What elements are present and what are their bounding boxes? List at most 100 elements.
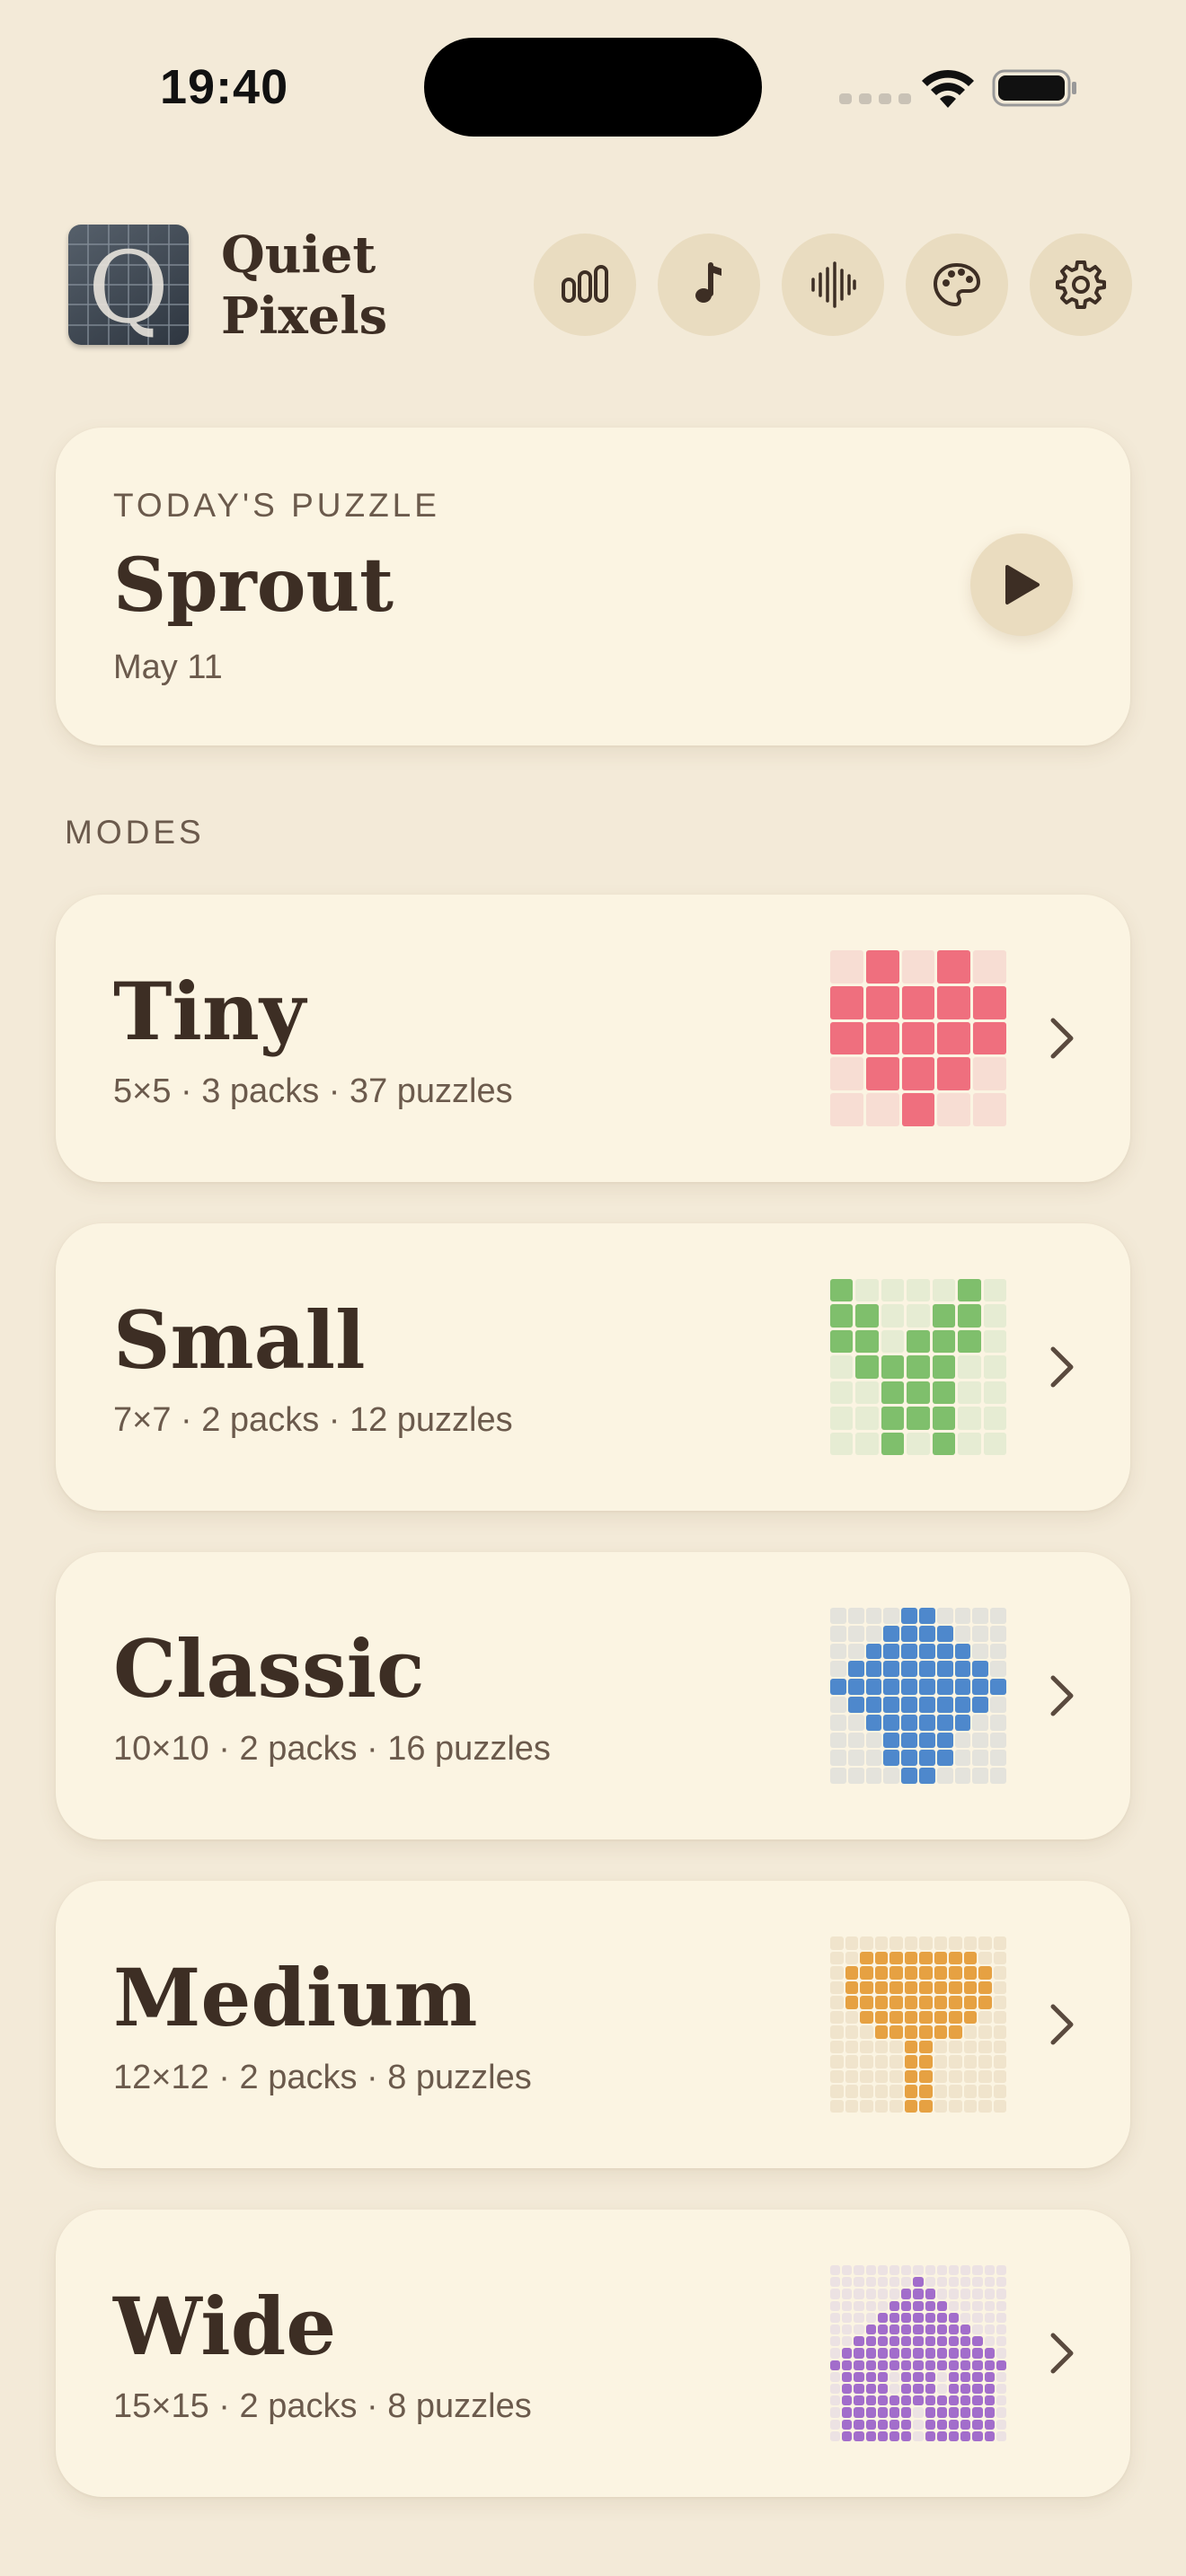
pixel-cell [907,1329,930,1354]
pixel-cell [854,2324,864,2335]
pixel-cell [972,2277,983,2288]
pixel-cell [958,1304,981,1328]
pixel-cell [890,2069,903,2083]
pixel-cell [936,2371,947,2382]
stats-button[interactable] [534,234,636,336]
play-button[interactable] [970,534,1073,636]
pixel-cell [996,2289,1006,2299]
pixel-cell [925,2312,935,2323]
pixel-cell [996,2395,1006,2406]
pixel-cell [830,1951,844,1964]
mode-meta: 15×15 · 2 packs · 8 puzzles [113,2387,532,2425]
mode-card-tiny[interactable]: Tiny 5×5 · 3 packs · 37 puzzles [56,895,1130,1182]
pixel-cell [883,1696,900,1713]
music-button[interactable] [658,234,760,336]
pixel-cell [919,1951,933,1964]
pixel-cell [860,2010,873,2024]
pixel-cell [960,2312,971,2323]
pixel-cell [830,2055,844,2069]
pixel-cell [949,1966,962,1980]
pixel-cell [983,1329,1006,1354]
pixel-cell [877,2336,888,2347]
pixel-cell [854,2312,864,2323]
pixel-cell [983,1381,1006,1405]
pixel-cell [855,1407,879,1430]
pixel-cell [881,1329,905,1354]
pixel-cell [978,2025,992,2039]
pixel-cell [830,1966,844,1980]
pixel-cell [830,2383,841,2395]
pixel-cell [865,2383,876,2395]
pixel-cell [854,2395,864,2406]
pixel-cell [830,1381,854,1405]
mode-card-classic[interactable]: Classic 10×10 · 2 packs · 16 puzzles [56,1552,1130,1839]
pixel-cell [963,1966,977,1980]
pixel-cell [881,1279,905,1302]
sound-button[interactable] [782,234,884,336]
pixel-cell [925,2371,935,2382]
settings-button[interactable] [1030,234,1132,336]
pixel-cell [948,2419,960,2430]
pixel-cell [874,2025,888,2039]
pixel-cell [919,1936,933,1950]
pixel-cell [960,2383,971,2395]
pixel-cell [877,2419,888,2430]
pixel-cell [990,1608,1006,1624]
pixel-cell [877,2312,888,2323]
pixel-cell [993,1936,1006,1950]
pixel-cell [960,2430,971,2441]
pixel-cell [845,2040,858,2053]
pixel-cell [978,2040,992,2053]
mode-title: Classic [113,1622,425,1716]
pixel-cell [996,2277,1006,2288]
pixel-cell [972,2265,983,2276]
pixel-cell [963,2040,977,2053]
pixel-cell [830,950,863,984]
pixel-cell [874,2085,888,2098]
theme-button[interactable] [906,234,1008,336]
pixel-cell [881,1432,905,1455]
pixel-cell [936,1732,953,1749]
pixel-cell [865,985,899,1019]
pixel-cell [865,2430,876,2441]
pixel-cell [958,1432,981,1455]
pixel-cell [978,1981,992,1994]
pixel-cell [972,2348,983,2359]
mode-meta: 12×12 · 2 packs · 8 puzzles [113,2059,532,2096]
pixel-cell [963,1936,977,1950]
pixel-cell [901,2277,912,2288]
pixel-cell [960,2336,971,2347]
pixel-cell [963,1981,977,1994]
pixel-cell [934,1951,947,1964]
mode-card-small[interactable]: Small 7×7 · 2 packs · 12 puzzles [56,1223,1130,1511]
pixel-cell [889,2277,900,2288]
pixel-cell [830,1093,863,1126]
pixel-cell [937,1057,971,1091]
pixel-cell [990,1750,1006,1767]
pixel-cell [889,2383,900,2395]
pixel-cell [973,1093,1006,1126]
todays-puzzle-card[interactable]: TODAY'S PUZZLE Sprout May 11 [56,428,1130,745]
pixel-cell [865,1625,882,1642]
pixel-cell [936,1750,953,1767]
pixel-cell [830,2069,844,2083]
pixel-cell [936,2430,947,2441]
pixel-cell [932,1432,956,1455]
pixel-cell [877,2348,888,2359]
pixel-cell [932,1329,956,1354]
pixel-cell [901,950,935,984]
pixel-cell [972,1608,989,1624]
pixel-cell [913,2300,924,2311]
mode-preview-grid [830,1279,1006,1455]
pixel-cell [963,1996,977,2009]
pixel-cell [936,2277,947,2288]
pixel-cell [949,1936,962,1950]
mode-card-medium[interactable]: Medium 12×12 · 2 packs · 8 puzzles [56,1881,1130,2168]
mode-card-wide[interactable]: Wide 15×15 · 2 packs · 8 puzzles [56,2210,1130,2497]
pixel-cell [847,1661,864,1678]
pixel-cell [865,2419,876,2430]
pixel-cell [919,2010,933,2024]
pixel-cell [932,1407,956,1430]
pixel-cell [925,2289,935,2299]
pixel-cell [877,2407,888,2418]
